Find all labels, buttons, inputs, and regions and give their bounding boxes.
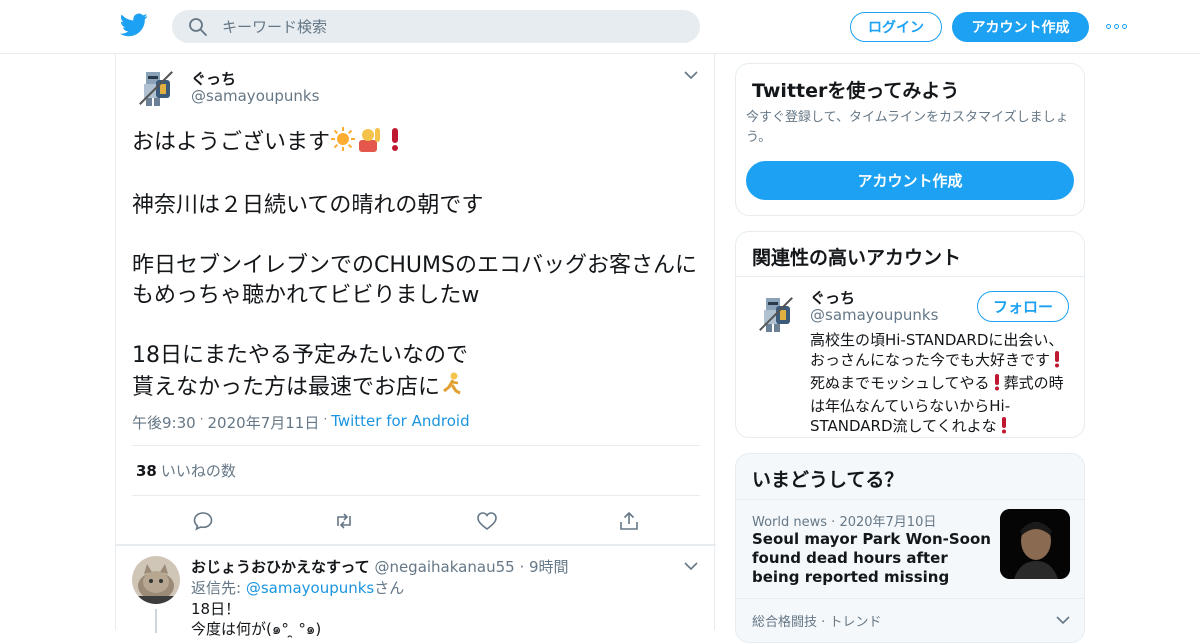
chevron-down-icon[interactable] (684, 71, 698, 80)
signup-button[interactable]: アカウント作成 (952, 12, 1089, 42)
related-account-avatar[interactable] (754, 292, 800, 338)
reply-author-handle[interactable]: @negaihakanau55 (374, 558, 514, 576)
tweet-meta: 午後9:30 · 2020年7月11日 · Twitter for Androi… (132, 412, 470, 433)
chevron-down-icon[interactable] (684, 562, 698, 571)
like-label: いいねの数 (160, 462, 236, 480)
tweet-date[interactable]: 2020年7月11日 (208, 412, 320, 433)
news-thumbnail[interactable] (1000, 509, 1070, 579)
divider (132, 495, 700, 496)
signup-card-button[interactable]: アカウント作成 (746, 161, 1074, 200)
reply-prefix: 返信先: (191, 579, 242, 597)
tweet-line-1: おはようございます (132, 130, 331, 155)
top-bar: ログイン アカウント作成 (0, 0, 1200, 54)
follow-button[interactable]: フォロー (977, 291, 1069, 322)
like-count: 38 (136, 462, 157, 480)
trend-category-row[interactable]: 総合格闘技 · トレンド (752, 611, 881, 630)
tweet-column: ぐっち @samayoupunks おはようございます 神奈川は２日続いての晴れ… (115, 54, 716, 638)
author-handle[interactable]: @samayoupunks (191, 87, 319, 105)
search-input[interactable] (222, 17, 662, 36)
reply-line-1: 18日！ (191, 600, 241, 618)
reply-to-line: 返信先: @samayoupunksさん (191, 577, 404, 598)
author-avatar[interactable] (134, 66, 180, 112)
exclamation-emoji-icon (997, 416, 1011, 437)
related-accounts-card: 関連性の高いアカウント ぐっち @samayoupunks フォロー 高校生の頃… (735, 231, 1085, 438)
person-raising-hand-emoji-icon (356, 126, 384, 161)
search-icon (189, 17, 207, 36)
tweet-line-2: 神奈川は２日続いての晴れの朝です (132, 193, 484, 218)
reply-text: 18日！ 今度は何が(๑° ̯ °๑) (191, 599, 321, 639)
news-date: 2020年7月10日 (839, 515, 937, 530)
reply-icon[interactable] (192, 510, 214, 532)
divider (736, 499, 1084, 500)
exclamation-emoji-icon (1050, 350, 1064, 373)
tweet-line-4: 18日にまたやる予定みたいなので (132, 343, 468, 368)
search-bar[interactable] (172, 10, 700, 43)
reply-header: おじょうおひかえなすって @negaihakanau55 · 9時間 (191, 558, 569, 576)
signup-card: Twitterを使ってみよう 今すぐ登録して、タイムラインをカスタマイズしましょ… (735, 63, 1085, 216)
author-name[interactable]: ぐっち (191, 68, 236, 89)
like-heart-icon[interactable] (476, 510, 498, 532)
reply-line-2: 今度は何が(๑° ̯ °๑) (191, 620, 322, 638)
tweet-line-5: 貰えなかった方は最速でお店に (132, 375, 441, 400)
trend-category: 総合格闘技 (752, 615, 818, 630)
tweet-source-link[interactable]: Twitter for Android (331, 412, 469, 433)
tweet-line-3: 昨日セブンイレブンでのCHUMSのエコバッグお客さんにもめっちゃ聴かれてビビりま… (132, 253, 697, 308)
person-running-emoji-icon (440, 371, 464, 406)
more-options-icon[interactable] (1106, 18, 1132, 34)
related-card-title: 関連性の高いアカウント (752, 247, 962, 269)
signup-card-description: 今すぐ登録して、タイムラインをカスタマイズしましょう。 (746, 110, 1069, 145)
login-button[interactable]: ログイン (850, 12, 942, 42)
tweet-time[interactable]: 午後9:30 (132, 412, 196, 433)
news-headline[interactable]: Seoul mayor Park Won-Soon found dead hou… (752, 530, 992, 587)
share-icon[interactable] (618, 510, 640, 532)
divider (736, 276, 1084, 277)
divider (132, 445, 700, 446)
thread-separator (116, 544, 716, 546)
thread-line (155, 609, 157, 633)
exclamation-emoji-icon (990, 373, 1004, 396)
bio-part-1: 高校生の頃Hi-STANDARDに出会い、おっさんになった今でも大好きです (810, 331, 1064, 369)
exclamation-emoji-icon (384, 126, 406, 161)
divider (736, 598, 1084, 599)
news-meta: World news · 2020年7月10日 (752, 515, 937, 530)
bio-part-2: 死ぬまでモッシュしてやる (810, 374, 990, 392)
related-account-bio: 高校生の頃Hi-STANDARDに出会い、おっさんになった今でも大好きです 死ぬ… (810, 330, 1072, 437)
reply-author-name[interactable]: おじょうおひかえなすって (191, 558, 370, 576)
signup-card-title: Twitterを使ってみよう (752, 80, 960, 102)
related-account-handle[interactable]: @samayoupunks (810, 306, 938, 324)
reply-time[interactable]: 9時間 (529, 558, 569, 576)
chevron-down-icon[interactable] (1056, 616, 1070, 625)
trend-type: トレンド (829, 615, 882, 630)
related-account-name[interactable]: ぐっち (810, 287, 855, 308)
reply-author-avatar[interactable] (132, 556, 180, 604)
twitter-bird-icon[interactable] (120, 13, 148, 37)
reply-target-link[interactable]: @samayoupunks (246, 579, 374, 597)
trends-card: いまどうしてる？ World news · 2020年7月10日 Seoul m… (735, 453, 1085, 643)
news-category: World news (752, 515, 828, 530)
sun-emoji-icon (330, 126, 356, 161)
retweet-icon[interactable] (333, 510, 355, 532)
reply-suffix: さん (374, 579, 405, 597)
tweet-text: おはようございます 神奈川は２日続いての晴れの朝です 昨日セブンイレブンでのCH… (132, 126, 702, 406)
likes-stat[interactable]: 38 いいねの数 (136, 460, 236, 481)
trends-card-title: いまどうしてる？ (752, 469, 904, 491)
